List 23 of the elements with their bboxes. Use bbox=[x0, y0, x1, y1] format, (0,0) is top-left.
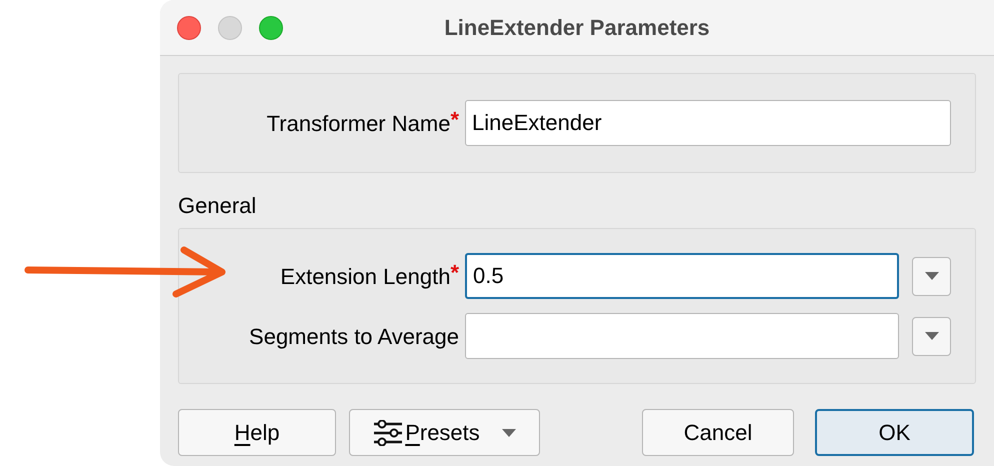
dialog-button[interactable]: Help bbox=[178, 409, 336, 456]
dropdown-button[interactable] bbox=[912, 316, 951, 356]
sliders-icon bbox=[373, 420, 404, 446]
caret-icon bbox=[502, 428, 516, 436]
required-mark: * bbox=[450, 108, 459, 130]
input-field[interactable] bbox=[465, 313, 899, 359]
arrow-icon bbox=[24, 246, 228, 298]
window-title: LineExtender Parameters bbox=[444, 14, 710, 42]
required-mark: * bbox=[450, 262, 459, 284]
dialog-button[interactable]: OK bbox=[815, 409, 974, 456]
input-field[interactable]: 0.5 bbox=[465, 253, 899, 299]
field-label: Transformer Name bbox=[266, 110, 450, 138]
field-label: Extension Length bbox=[280, 262, 450, 291]
dialog-button[interactable]: Cancel bbox=[642, 409, 794, 456]
caret-icon bbox=[924, 332, 938, 340]
section-title: General bbox=[178, 192, 256, 220]
zoom-button[interactable] bbox=[259, 16, 283, 40]
caret-icon bbox=[924, 272, 938, 280]
input-field[interactable]: LineExtender bbox=[465, 100, 951, 146]
close-button[interactable] bbox=[177, 16, 201, 40]
field-label: Segments to Average bbox=[249, 322, 459, 351]
presets-button[interactable]: Presets bbox=[349, 409, 540, 456]
dropdown-button[interactable] bbox=[912, 256, 951, 296]
